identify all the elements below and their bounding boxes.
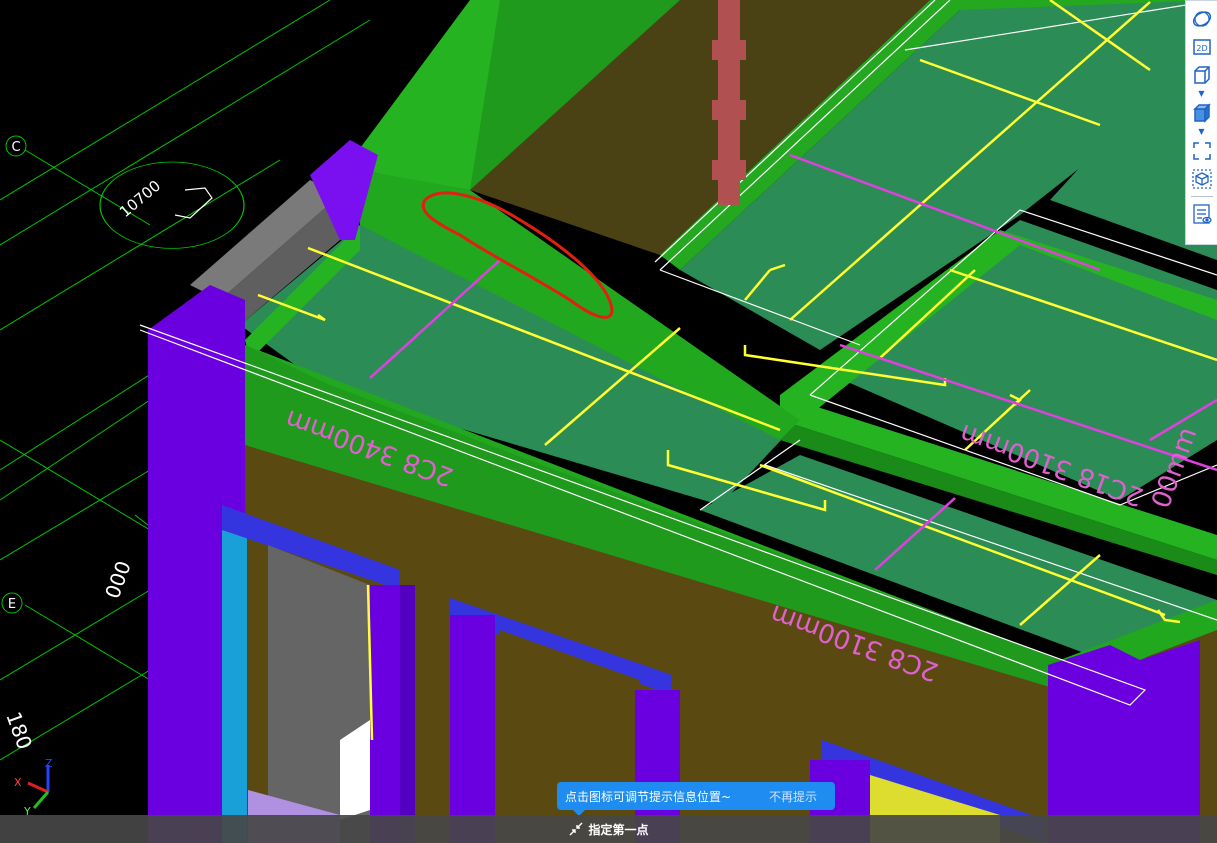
properties-button[interactable] [1188, 200, 1216, 228]
3d-wireframe-icon [1193, 66, 1210, 84]
column-right [1048, 640, 1200, 843]
dimension-text: 10700 [116, 177, 164, 221]
view-mode-dropdown-icon[interactable]: ▼ [1188, 89, 1216, 99]
view-cube-icon [1191, 169, 1212, 189]
hint-tooltip[interactable]: 点击图标可调节提示信息位置~ 不再提示 [557, 782, 835, 816]
axis-label-c: C [11, 140, 20, 155]
dimension-text-2: 000 [100, 558, 136, 602]
zoom-extents-button[interactable] [1188, 137, 1216, 165]
svg-text:2D: 2D [1196, 44, 1207, 53]
3d-wireframe-button[interactable] [1188, 61, 1216, 89]
orbit-icon [1192, 11, 1211, 27]
collapse-arrows-icon[interactable] [568, 821, 584, 837]
zoom-extents-icon [1192, 142, 1211, 160]
axis-bubble-e: E [1, 592, 23, 614]
dismiss-hint-link[interactable]: 不再提示 [769, 788, 817, 805]
display-mode-dropdown-icon[interactable]: ▼ [1188, 127, 1216, 137]
axis-label-e: E [8, 597, 16, 612]
3d-solid-button[interactable] [1188, 99, 1216, 127]
view-cube-button[interactable] [1188, 165, 1216, 193]
3d-viewport[interactable]: C E 10700 000 180 2C8 3400mm 2C8 3100mm … [0, 0, 1217, 843]
toolbar-divider [1190, 196, 1213, 197]
dimension-text-3: 180 [1, 709, 37, 753]
properties-icon [1192, 204, 1212, 224]
hint-message: 点击图标可调节提示信息位置~ [565, 789, 732, 804]
command-statusbar: 指定第一点 [0, 815, 1217, 843]
command-prompt: 指定第一点 [588, 822, 649, 837]
orbit-button[interactable] [1188, 5, 1216, 33]
axis-gizmo: Z X Y [14, 757, 53, 818]
gizmo-z-label: Z [45, 757, 53, 770]
3d-solid-icon [1192, 103, 1211, 123]
2d-view-icon: 2D [1192, 39, 1211, 55]
gizmo-x-label: X [14, 776, 22, 789]
axis-bubble-c: C [5, 135, 27, 157]
view-toolbar: 2D ▼ ▼ [1185, 0, 1217, 245]
2d-view-button[interactable]: 2D [1188, 33, 1216, 61]
